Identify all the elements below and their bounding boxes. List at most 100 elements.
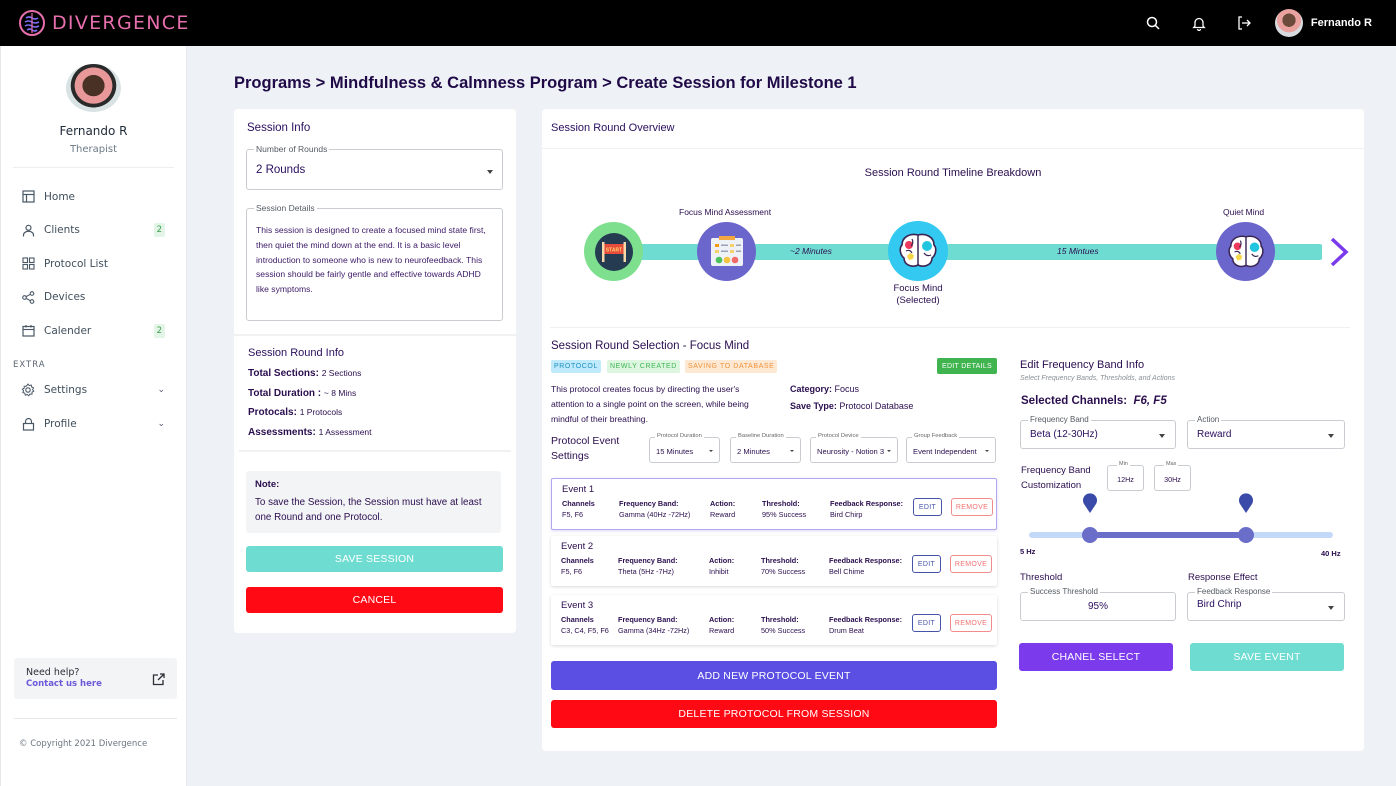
- cancel-button[interactable]: CANCEL: [246, 587, 503, 613]
- timeline-node-assessment[interactable]: [697, 222, 756, 281]
- channel-select-button[interactable]: CHANEL SELECT: [1019, 643, 1173, 671]
- rounds-select[interactable]: Number of Rounds 2 Rounds: [246, 144, 503, 190]
- col-header: Frequency Band:: [618, 556, 678, 565]
- brain-icon: [1227, 235, 1264, 267]
- sidebar-item-clients[interactable]: Clients 2: [1, 214, 186, 248]
- profile-name: Fernando R: [59, 124, 128, 138]
- event-action: Action: Reward: [710, 498, 735, 520]
- user-name[interactable]: Fernando R: [1311, 17, 1372, 29]
- event-card[interactable]: Event 2 Channels F5, F6 Frequency Band: Th…: [551, 536, 997, 586]
- remove-event-button[interactable]: REMOVE: [950, 555, 992, 573]
- success-threshold-input[interactable]: Success Threshold 95%: [1020, 587, 1176, 621]
- min-frequency-input[interactable]: Min 12Hz: [1107, 461, 1144, 491]
- save-type-value: Protocol Database: [839, 401, 914, 411]
- nav-menu: Home Clients 2 Protocol List Devices Cal…: [1, 180, 186, 348]
- slider-low-thumb[interactable]: [1081, 527, 1098, 543]
- field-value: 95%: [1087, 601, 1108, 612]
- timeline-node-start[interactable]: START: [584, 222, 643, 281]
- edit-event-button[interactable]: EDIT: [912, 555, 941, 573]
- frequency-range-slider[interactable]: 12Hz 30Hz: [1029, 493, 1333, 543]
- event-channels: Channels F5, F6: [562, 498, 595, 520]
- total-duration: Total Duration : ~ 8 Mins: [248, 388, 356, 399]
- field-label: Protocol Device: [816, 433, 861, 439]
- field-label: Protocol Duration: [655, 433, 704, 439]
- external-link-icon[interactable]: [152, 671, 165, 690]
- event-threshold: Threshold: 50% Success: [761, 614, 805, 636]
- search-icon[interactable]: [1141, 11, 1165, 35]
- edit-event-button[interactable]: EDIT: [912, 614, 941, 632]
- caret-down-icon: [790, 450, 794, 452]
- protocol-device-select[interactable]: Protocol Device Neurosity - Notion 3: [810, 433, 898, 463]
- sidebar-item-label: Clients: [44, 224, 80, 237]
- tag-newly-created: NEWLY CREATED: [607, 360, 680, 373]
- sidebar-item-label: Protocol List: [44, 257, 109, 270]
- field-label: Success Threshold: [1028, 587, 1100, 596]
- sidebar-item-protocol-list[interactable]: Protocol List: [1, 247, 186, 281]
- slider-high-text: 30Hz: [1255, 496, 1270, 502]
- field-label: Action: [1195, 415, 1222, 424]
- baseline-duration-select[interactable]: Baseline Duration 2 Minutes: [730, 433, 801, 463]
- field-value: Reward: [1197, 429, 1232, 440]
- help-title: Need help?: [26, 667, 80, 678]
- session-details-textarea[interactable]: Session Details This session is designed…: [246, 203, 503, 321]
- action-select[interactable]: Action Reward: [1187, 415, 1345, 449]
- col-value: Bell Chime: [829, 567, 865, 576]
- sidebar-item-profile[interactable]: Profile ⌄: [1, 407, 186, 441]
- slider-high-thumb[interactable]: [1238, 527, 1255, 543]
- user-avatar[interactable]: [1274, 9, 1303, 37]
- session-round-overview-card: Session Round Overview Session Round Tim…: [542, 109, 1364, 751]
- total-duration-value: ~ 8 Mins: [323, 388, 357, 398]
- save-session-button[interactable]: SAVE SESSION: [246, 546, 503, 572]
- threshold-title: Threshold: [1020, 572, 1063, 583]
- caret-down-icon: [887, 450, 891, 452]
- delete-protocol-button[interactable]: DELETE PROTOCOL FROM SESSION: [551, 700, 997, 728]
- field-value: 15 Minutes: [656, 447, 694, 456]
- logo[interactable]: DIVERGENCE: [18, 9, 190, 37]
- field-value: Beta (12-30Hz): [1030, 429, 1098, 440]
- save-event-button[interactable]: SAVE EVENT: [1190, 643, 1344, 671]
- sidebar-item-devices[interactable]: Devices: [1, 281, 186, 315]
- feedback-response-select[interactable]: Feedback Response Bird Chrip: [1187, 587, 1345, 621]
- remove-event-button[interactable]: REMOVE: [951, 498, 993, 516]
- edit-event-button[interactable]: EDIT: [913, 498, 942, 516]
- total-sections-label: Total Sections:: [248, 368, 319, 379]
- timeline-node-focus-mind[interactable]: [888, 221, 948, 281]
- sidebar-item-home[interactable]: Home: [1, 180, 186, 214]
- event-band: Frequency Band: Gamma (34Hz -72Hz): [618, 614, 689, 636]
- frequency-band-select[interactable]: Frequency Band Beta (12-30Hz): [1020, 415, 1176, 449]
- remove-event-button[interactable]: REMOVE: [950, 614, 992, 632]
- protocol-description: This protocol creates focus by directing…: [551, 384, 749, 424]
- divider: [14, 718, 177, 719]
- field-value: 2 Minutes: [737, 447, 770, 456]
- count-badge: 2: [153, 323, 165, 338]
- bell-icon[interactable]: [1187, 11, 1211, 35]
- slider-high-value-label: 30Hz: [1238, 492, 1269, 514]
- col-value: F5, F6: [561, 567, 583, 576]
- slider-min-label: 5 Hz: [1020, 547, 1036, 556]
- timeline-node-quiet-mind[interactable]: [1216, 222, 1275, 281]
- note-title: Note:: [255, 479, 280, 490]
- group-feedback-select[interactable]: Group Feedback Event Independent: [906, 433, 996, 463]
- chevron-right-icon[interactable]: [1328, 237, 1350, 272]
- event-feedback: Feedback Response: Bird Chirp: [830, 498, 903, 520]
- caret-down-icon: [1328, 606, 1334, 610]
- lock-icon: [21, 417, 35, 431]
- event-card[interactable]: Event 1 Channels F5, F6 Frequency Band: Ga…: [551, 478, 997, 530]
- sidebar-item-settings[interactable]: Settings ⌄: [1, 374, 186, 408]
- col-header: Action:: [710, 499, 736, 508]
- contact-link[interactable]: Contact us here: [26, 679, 165, 689]
- protocol-duration-select[interactable]: Protocol Duration 15 Minutes: [649, 433, 720, 463]
- add-protocol-event-button[interactable]: ADD NEW PROTOCOL EVENT: [551, 661, 997, 690]
- note-text: To save the Session, the Session must ha…: [255, 497, 482, 523]
- event-card[interactable]: Event 3 Channels C3, C4, F5, F6 Frequency…: [551, 595, 997, 645]
- col-header: Threshold:: [761, 615, 799, 624]
- edit-details-button[interactable]: EDIT DETAILS: [937, 358, 997, 374]
- max-frequency-input[interactable]: Max 30Hz: [1154, 461, 1191, 491]
- sidebar-item-calender[interactable]: Calender 2: [1, 314, 186, 348]
- edit-frequency-title: Edit Frequency Band Info: [1020, 359, 1145, 371]
- slider-range: [1089, 532, 1247, 538]
- logout-icon[interactable]: [1233, 11, 1257, 35]
- total-sections: Total Sections: 2 Sections: [248, 368, 361, 379]
- help-box: Need help? Contact us here: [14, 658, 177, 699]
- col-header: Action:: [709, 615, 735, 624]
